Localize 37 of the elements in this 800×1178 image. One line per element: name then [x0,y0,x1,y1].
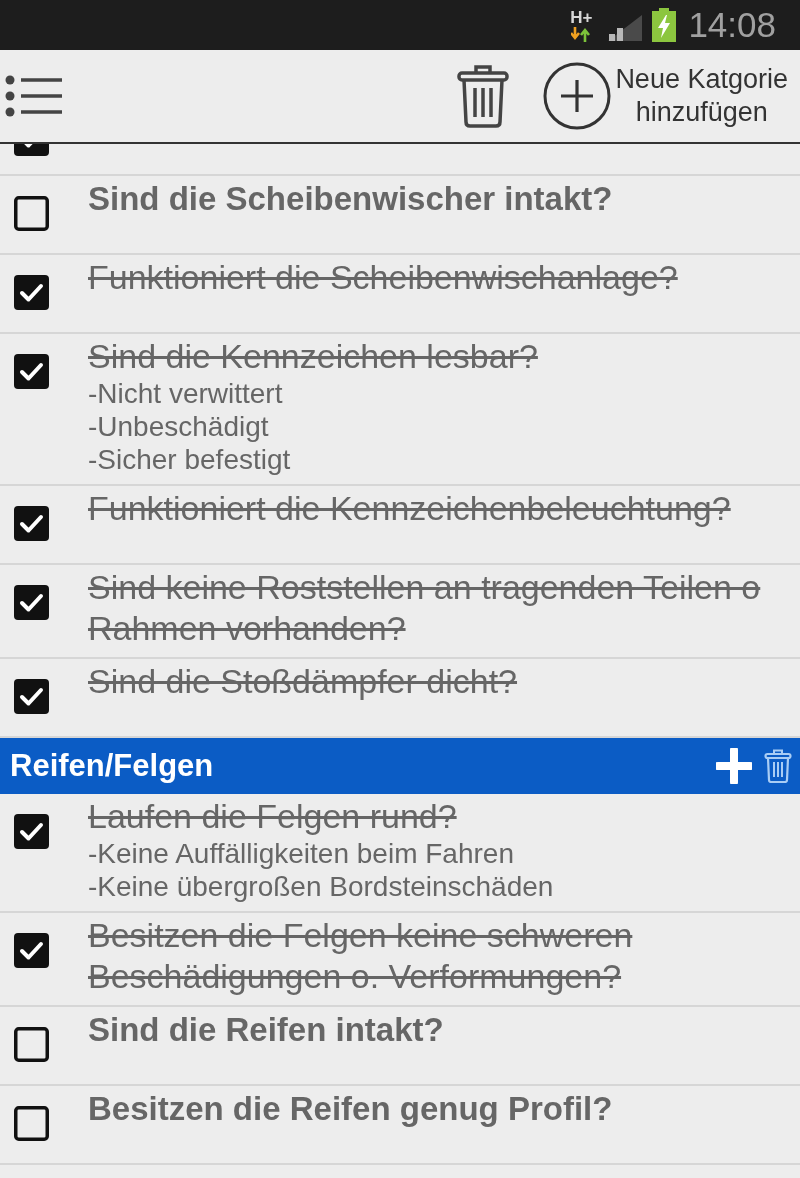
item-note: -Keine übergroßen Bordsteinschäden [88,870,554,903]
item-note: -Unbeschädigt [88,410,270,443]
item-question: Sind die Stoßdämpfer dicht? [88,661,518,702]
menu-icon[interactable] [5,75,63,117]
item-question: Sind die Scheibenwischer intakt? [88,179,613,219]
checkbox[interactable] [14,814,49,849]
checkbox[interactable] [14,933,49,968]
trash-icon[interactable] [457,64,510,128]
item-question: Besitzen die Felgen keine schweren Beschädigungen o. Verformungen? [88,915,633,997]
battery-icon [652,8,677,42]
item-question: Laufen die Felgen rund? [88,796,458,837]
item-question: Sind die Reifen intakt? [88,1010,444,1050]
trash-icon[interactable] [764,749,792,783]
checkbox[interactable] [14,196,49,231]
signal-icon [608,15,643,41]
network-type-label: H+ [570,8,593,27]
item-question: Funktioniert die Scheibenwischanlage? [88,257,678,298]
item-question: Funktioniert die Kennzeichenbeleuchtung? [88,488,731,529]
plus-circle-icon [543,62,612,130]
data-arrows-icon [571,26,592,42]
checkbox[interactable] [14,1106,49,1141]
checkbox[interactable] [14,506,49,541]
item-note: -Keine Auffälligkeiten beim Fahren [88,837,515,870]
item-question: Sind die Kennzeichen lesbar? [88,336,538,377]
checkbox[interactable] [14,354,49,389]
checkbox[interactable] [14,275,49,310]
item-question: Sind keine Roststellen an tragenden Teilen o Rahmen vorhanden? [88,567,761,649]
checkbox[interactable] [14,585,49,620]
item-note: -Sicher befestigt [88,443,292,476]
checkbox[interactable] [14,679,49,714]
item-note: -Nicht verwittert [88,377,284,410]
status-time: 14:08 [688,5,776,45]
add-category-button[interactable]: Neue Katgorie hinzufügen [543,62,788,130]
checkbox[interactable] [14,1027,49,1062]
item-question: Besitzen die Reifen genug Profil? [88,1089,613,1129]
category-title: Reifen/Felgen [10,748,215,784]
plus-icon[interactable] [716,748,752,784]
